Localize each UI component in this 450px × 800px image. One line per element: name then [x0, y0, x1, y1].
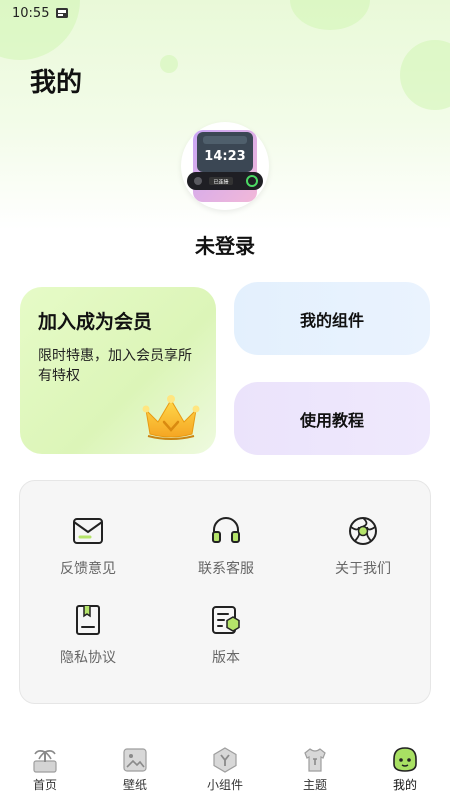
menu-item-feedback[interactable]: 反馈意见: [28, 514, 148, 594]
menu-item-support[interactable]: 联系客服: [166, 514, 286, 594]
menu-label-support: 联系客服: [198, 561, 254, 577]
my-widgets-label: 我的组件: [299, 310, 364, 330]
page-title: 我的: [30, 68, 83, 98]
version-doc-icon: [212, 606, 240, 634]
username[interactable]: 未登录: [0, 230, 450, 259]
avatar[interactable]: 14:23 已连接: [181, 122, 269, 210]
feedback-mail-icon: [73, 518, 103, 544]
menu-label-feedback: 反馈意见: [60, 561, 116, 577]
tab-theme[interactable]: 主题: [270, 738, 360, 800]
menu-label-version: 版本: [212, 650, 240, 666]
aperture-icon: [349, 517, 377, 545]
tab-home[interactable]: 首页: [0, 738, 90, 800]
avatar-widget-text: 已连接: [213, 179, 228, 186]
tab-widgets[interactable]: 小组件: [180, 738, 270, 800]
crown-icon: [142, 395, 200, 440]
headset-icon: [212, 517, 240, 543]
wallpaper-icon: [123, 748, 147, 772]
vip-title: 加入成为会员: [38, 311, 153, 333]
avatar-phone-image: 14:23 已连接: [187, 130, 263, 202]
tab-label-wallpaper: 壁纸: [122, 778, 147, 792]
my-widgets-button[interactable]: 我的组件: [234, 282, 430, 355]
profile-face-icon: [393, 747, 417, 772]
privacy-book-icon: [76, 605, 100, 635]
vip-description: 限时特惠，加入会员享所有特权: [38, 348, 192, 384]
bottom-tab-bar: 首页 壁纸 小组件 主题 我的: [0, 738, 450, 800]
tab-label-widgets: 小组件: [206, 778, 243, 792]
tab-label-home: 首页: [32, 778, 57, 792]
theme-shirt-icon: [304, 748, 326, 772]
tutorial-button[interactable]: 使用教程: [234, 382, 430, 455]
menu-label-privacy: 隐私协议: [60, 650, 116, 666]
tab-wallpaper[interactable]: 壁纸: [90, 738, 180, 800]
tab-label-theme: 主题: [302, 778, 327, 792]
tab-profile[interactable]: 我的: [360, 738, 450, 800]
avatar-clock-text: 14:23: [204, 149, 245, 164]
menu-panel: 反馈意见 联系客服 关于我们 隐私协议 版本: [19, 480, 431, 704]
tab-label-profile: 我的: [392, 778, 417, 792]
widget-y-icon: [213, 747, 237, 773]
menu-label-about: 关于我们: [335, 561, 391, 577]
menu-item-about[interactable]: 关于我们: [303, 514, 423, 594]
status-time: 10:55: [12, 5, 50, 21]
menu-item-privacy[interactable]: 隐私协议: [28, 603, 148, 683]
home-palm-icon: [33, 750, 57, 773]
status-bar: 10:55: [0, 0, 450, 26]
notification-app-icon: [56, 8, 69, 18]
menu-item-version[interactable]: 版本: [166, 603, 286, 683]
vip-card[interactable]: 加入成为会员 限时特惠，加入会员享所有特权: [20, 287, 216, 454]
tutorial-label: 使用教程: [299, 410, 364, 430]
